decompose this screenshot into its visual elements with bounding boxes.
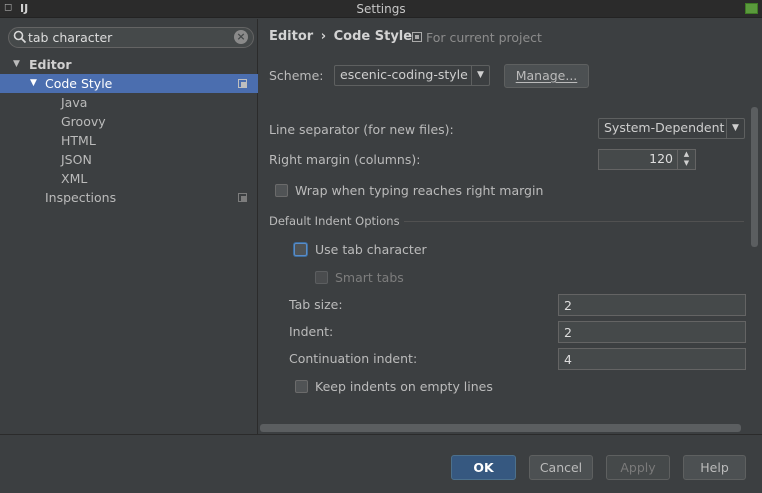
- chevron-down-icon[interactable]: ▼: [726, 119, 744, 138]
- search-icon: [13, 30, 27, 44]
- tree-item-label: Groovy: [61, 114, 106, 129]
- keep-indents-label: Keep indents on empty lines: [315, 379, 493, 394]
- smart-tabs-label: Smart tabs: [335, 270, 404, 285]
- breadcrumb: Editor › Code Style: [269, 29, 412, 47]
- right-margin-spinner[interactable]: 120 ▲ ▼: [598, 149, 696, 170]
- scope-label: For current project: [426, 30, 542, 45]
- tree-item-label: Editor: [29, 57, 72, 72]
- ok-button[interactable]: OK: [451, 455, 516, 480]
- tree-item-xml[interactable]: XML: [0, 169, 258, 188]
- wrap-checkbox[interactable]: [275, 184, 288, 197]
- window-menu-icon[interactable]: ◻: [4, 3, 14, 13]
- project-scope-icon: [238, 79, 247, 88]
- apply-button[interactable]: Apply: [606, 455, 670, 480]
- tree-item-json[interactable]: JSON: [0, 150, 258, 169]
- tree-item-label: Code Style: [45, 76, 113, 91]
- continuation-indent-field[interactable]: [558, 348, 746, 370]
- title-bar: Settings: [0, 0, 762, 18]
- tree-item-label: Java: [61, 95, 88, 110]
- tree-item-html[interactable]: HTML: [0, 131, 258, 150]
- tree-item-editor[interactable]: ▼ Editor: [0, 55, 258, 74]
- search-input[interactable]: [28, 28, 228, 47]
- tree-item-label: XML: [61, 171, 88, 186]
- scheme-dropdown[interactable]: escenic-coding-style ▼: [334, 65, 490, 86]
- help-button[interactable]: Help: [683, 455, 746, 480]
- footer-divider: [0, 434, 762, 435]
- tree-item-label: JSON: [61, 152, 92, 167]
- breadcrumb-leaf: Code Style: [333, 29, 413, 44]
- chevron-down-icon[interactable]: ▼: [471, 66, 489, 85]
- tree-item-groovy[interactable]: Groovy: [0, 112, 258, 131]
- tree-item-code-style[interactable]: ▼ Code Style: [0, 74, 258, 93]
- keep-indents-checkbox[interactable]: [295, 380, 308, 393]
- window-title: Settings: [356, 2, 406, 16]
- line-separator-value: System-Dependent: [604, 120, 725, 135]
- breadcrumb-separator: ›: [320, 29, 327, 44]
- intellij-icon: IJ: [20, 2, 29, 15]
- indent-label: Indent:: [289, 324, 334, 339]
- tree-item-label: Inspections: [45, 190, 117, 205]
- tree-item-inspections[interactable]: Inspections: [0, 188, 258, 207]
- expand-arrow-icon[interactable]: ▼: [30, 74, 37, 93]
- project-scope-icon: [238, 193, 247, 202]
- horizontal-scrollbar[interactable]: [260, 424, 741, 432]
- section-title: Default Indent Options: [269, 214, 400, 228]
- use-tab-checkbox[interactable]: [294, 243, 307, 256]
- continuation-indent-label: Continuation indent:: [289, 351, 418, 366]
- manage-button-label: Manage...: [515, 68, 578, 83]
- spinner-arrows-icon[interactable]: ▲ ▼: [677, 150, 695, 169]
- project-scope-icon: [412, 32, 422, 42]
- tree-item-label: HTML: [61, 133, 96, 148]
- breadcrumb-root: Editor: [269, 29, 314, 44]
- line-separator-label: Line separator (for new files):: [269, 122, 454, 137]
- clear-search-icon[interactable]: ×: [234, 30, 248, 44]
- section-divider: [404, 221, 744, 222]
- cancel-button[interactable]: Cancel: [529, 455, 593, 480]
- smart-tabs-checkbox[interactable]: [315, 271, 328, 284]
- manage-button[interactable]: Manage...: [504, 64, 589, 88]
- tab-size-label: Tab size:: [289, 297, 343, 312]
- tab-size-field[interactable]: [558, 294, 746, 316]
- tree-item-java[interactable]: Java: [0, 93, 258, 112]
- line-separator-dropdown[interactable]: System-Dependent ▼: [598, 118, 745, 139]
- right-margin-value: 120: [649, 151, 673, 166]
- expand-arrow-icon[interactable]: ▼: [13, 55, 20, 74]
- use-tab-label: Use tab character: [315, 242, 427, 257]
- scheme-value: escenic-coding-style: [340, 67, 468, 82]
- indent-field[interactable]: [558, 321, 746, 343]
- vertical-scrollbar[interactable]: [751, 107, 758, 247]
- right-margin-label: Right margin (columns):: [269, 152, 421, 167]
- wrap-label: Wrap when typing reaches right margin: [295, 183, 544, 198]
- maximize-button[interactable]: [745, 3, 758, 14]
- scheme-label: Scheme:: [269, 68, 324, 83]
